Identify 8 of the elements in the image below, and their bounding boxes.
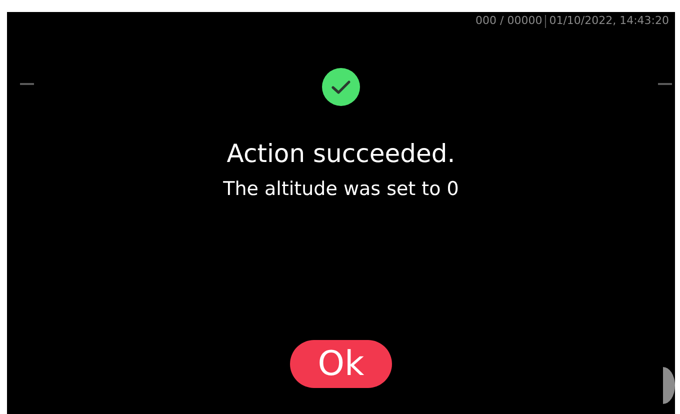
record-counter: 000 / 00000: [476, 14, 542, 28]
dialog-title: Action succeeded.: [226, 138, 456, 170]
ok-button[interactable]: Ok: [290, 340, 392, 388]
half-circle-handle[interactable]: [663, 367, 675, 404]
dash-mark: [20, 83, 34, 85]
date-time: 01/10/2022, 14:43:20: [549, 14, 669, 28]
dash-mark: [658, 83, 672, 85]
dialog-message: The altitude was set to 0: [223, 177, 459, 202]
